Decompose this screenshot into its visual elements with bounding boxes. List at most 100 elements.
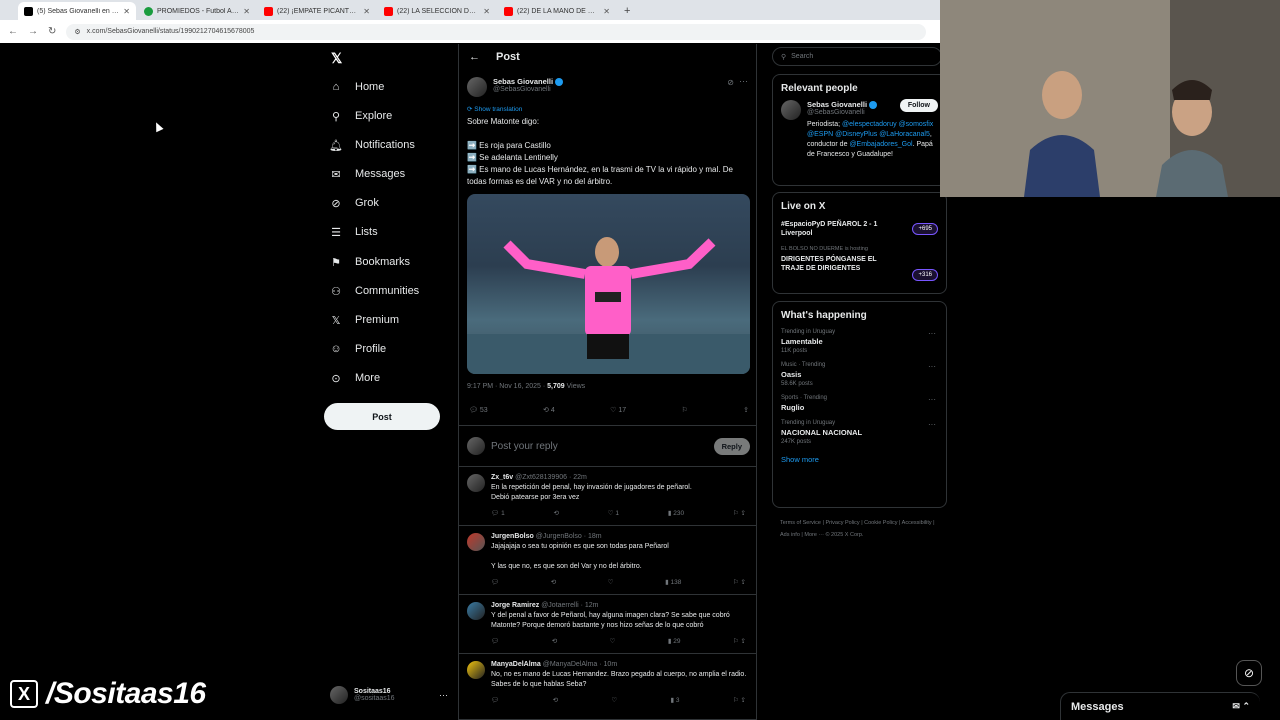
grok-icon[interactable]: ⊘ bbox=[727, 78, 734, 87]
heart-icon[interactable]: ♡ bbox=[611, 696, 617, 704]
listeners-pill[interactable]: +316 bbox=[912, 269, 938, 281]
repost-icon[interactable]: ⟲ bbox=[553, 696, 558, 704]
bookmark-icon[interactable]: ⚐ ⇪ bbox=[733, 637, 746, 645]
list-item[interactable]: Zx_t6v @Zxt628139906 · 22m En la repetic… bbox=[459, 468, 756, 526]
reply-input[interactable]: Post your reply bbox=[491, 441, 708, 452]
browser-tab[interactable]: (22) DE LA MANO DE HAALAN ✕ bbox=[498, 2, 616, 20]
site-info-icon[interactable]: ⚙ bbox=[74, 28, 80, 36]
url-field[interactable]: ⚙ x.com/SebasGiovanelli/status/1990212704… bbox=[66, 23, 927, 40]
account-switcher[interactable]: Sositaas16 @sositaas16 ··· bbox=[330, 686, 448, 704]
trend-item[interactable]: Music · Trending Oasis 58.6K posts ··· bbox=[781, 362, 938, 387]
nav-lists[interactable]: ☰ Lists bbox=[329, 223, 378, 241]
nav-notifications[interactable]: 🔔︎ Notifications bbox=[329, 136, 415, 154]
footer-links[interactable]: Terms of Service | Privacy Policy | Cook… bbox=[780, 517, 940, 541]
forward-icon[interactable]: → bbox=[28, 26, 38, 37]
show-translation-link[interactable]: ⟳ Show translation bbox=[467, 105, 522, 113]
bio-link[interactable]: @LaHoracanal5 bbox=[879, 131, 930, 138]
more-dots-icon[interactable]: ··· bbox=[739, 76, 748, 86]
post-author[interactable]: Sebas Giovanelli @SebasGiovanelli bbox=[467, 77, 564, 97]
nav-bookmarks[interactable]: ⚑ Bookmarks bbox=[329, 253, 410, 271]
new-tab-button[interactable]: + bbox=[618, 2, 636, 20]
reply-button[interactable]: Reply bbox=[713, 437, 750, 455]
bio-link[interactable]: @Embajadores_Gol bbox=[849, 141, 912, 148]
avatar[interactable] bbox=[467, 474, 485, 492]
author-name[interactable]: Sebas Giovanelli bbox=[493, 77, 553, 86]
expand-icon[interactable]: ⌃ bbox=[1242, 701, 1250, 711]
list-item[interactable]: ManyaDelAlma @ManyaDelAlma · 10m No, no … bbox=[459, 655, 756, 720]
grok-fab-icon[interactable]: ⊘ bbox=[1236, 660, 1262, 686]
bookmark-icon[interactable]: ⚐ ⇪ bbox=[733, 696, 746, 704]
close-tab-icon[interactable]: ✕ bbox=[243, 7, 250, 16]
live-space[interactable]: #EspacioPyD PEÑAROL 2 - 1 Liverpool bbox=[781, 220, 881, 238]
nav-premium[interactable]: 𝕏 Premium bbox=[329, 311, 399, 329]
nav-communities[interactable]: ⚇ Communities bbox=[329, 282, 419, 300]
post-button[interactable]: Post bbox=[324, 403, 440, 430]
views-icon[interactable]: ▮ 230 bbox=[668, 509, 684, 517]
repost-icon[interactable]: ⟲ bbox=[551, 578, 556, 586]
share-icon[interactable]: ⇪ bbox=[743, 406, 749, 414]
avatar[interactable] bbox=[781, 100, 801, 120]
nav-profile[interactable]: ☺ Profile bbox=[329, 340, 386, 358]
comment-author[interactable]: Jorge Ramirez bbox=[491, 602, 539, 609]
trend-item[interactable]: Trending in Uruguay NACIONAL NACIONAL 247K… bbox=[781, 420, 938, 445]
browser-tab[interactable]: PROMIEDOS - Futbol Argentino ✕ bbox=[138, 2, 256, 20]
browser-tab[interactable]: (22) LA SELECCIÓN DE CARLET ✕ bbox=[378, 2, 496, 20]
compose-message-icon[interactable]: ✉ bbox=[1232, 701, 1240, 711]
heart-icon[interactable]: ♡ bbox=[610, 637, 616, 645]
post-image[interactable] bbox=[467, 194, 750, 374]
comment-author[interactable]: Zx_t6v bbox=[491, 474, 513, 481]
bookmark-icon[interactable]: ⚐ bbox=[681, 406, 687, 414]
close-tab-icon[interactable]: ✕ bbox=[123, 7, 130, 16]
reload-icon[interactable]: ↻ bbox=[48, 26, 56, 37]
repost-icon[interactable]: ⟲ bbox=[554, 509, 559, 517]
follow-button[interactable]: Follow bbox=[899, 99, 938, 112]
back-arrow-icon[interactable]: ← bbox=[469, 51, 480, 63]
nav-more[interactable]: ⊙ More bbox=[329, 369, 380, 387]
search-input[interactable]: ⚲ Search bbox=[772, 47, 942, 66]
repost-action[interactable]: ⟲ 4 bbox=[543, 406, 555, 414]
avatar[interactable] bbox=[467, 77, 487, 97]
comment-icon[interactable]: 💬︎ bbox=[491, 637, 499, 645]
close-tab-icon[interactable]: ✕ bbox=[603, 7, 610, 16]
reply-action[interactable]: 💬︎ 53 bbox=[469, 406, 488, 414]
avatar[interactable] bbox=[467, 661, 485, 679]
more-dots-icon[interactable]: ··· bbox=[928, 362, 936, 371]
more-dots-icon[interactable]: ··· bbox=[928, 395, 936, 404]
nav-home[interactable]: ⌂ Home bbox=[329, 78, 385, 96]
views-icon[interactable]: ▮ 29 bbox=[668, 637, 681, 645]
more-dots-icon[interactable]: ··· bbox=[439, 690, 448, 700]
avatar[interactable] bbox=[467, 602, 485, 620]
repost-icon[interactable]: ⟲ bbox=[552, 637, 557, 645]
close-tab-icon[interactable]: ✕ bbox=[483, 7, 490, 16]
comment-author[interactable]: ManyaDelAlma bbox=[491, 661, 541, 668]
bookmark-icon[interactable]: ⚐ ⇪ bbox=[733, 509, 746, 517]
heart-icon[interactable]: ♡ 1 bbox=[608, 509, 619, 517]
views-icon[interactable]: ▮ 3 bbox=[671, 696, 680, 704]
nav-messages[interactable]: ✉ Messages bbox=[329, 165, 405, 183]
comment-icon[interactable]: 💬︎ bbox=[491, 578, 499, 586]
list-item[interactable]: Jorge Ramirez @Jotaerrelli · 12m Y del p… bbox=[459, 596, 756, 654]
messages-drawer[interactable]: Messages ✉ ⌃ bbox=[1060, 692, 1260, 720]
x-logo-icon[interactable]: 𝕏 bbox=[331, 50, 342, 67]
browser-tab[interactable]: (5) Sebas Giovanelli en X: "Sob ✕ bbox=[18, 2, 136, 20]
trend-item[interactable]: Sports · Trending Ruglio ··· bbox=[781, 395, 938, 412]
post-time[interactable]: 9:17 PM · Nov 16, 2025 · bbox=[467, 383, 547, 390]
comment-author[interactable]: JurgenBolso bbox=[491, 533, 534, 540]
author-handle[interactable]: @SebasGiovanelli bbox=[493, 86, 563, 93]
bookmark-icon[interactable]: ⚐ ⇪ bbox=[733, 578, 746, 586]
bio-link[interactable]: @elespectadoruy bbox=[842, 121, 897, 128]
views-icon[interactable]: ▮ 138 bbox=[665, 578, 681, 586]
heart-icon[interactable]: ♡ bbox=[608, 578, 614, 586]
avatar[interactable] bbox=[467, 533, 485, 551]
back-icon[interactable]: ← bbox=[8, 26, 18, 37]
trend-item[interactable]: Trending in Uruguay Lamentable 11K posts ··… bbox=[781, 329, 938, 354]
nav-explore[interactable]: ⚲ Explore bbox=[329, 107, 392, 125]
more-dots-icon[interactable]: ··· bbox=[928, 420, 936, 429]
live-space[interactable]: DIRIGENTES PÓNGANSE EL TRAJE DE DIRIGENT… bbox=[781, 255, 881, 273]
like-action[interactable]: ♡ 17 bbox=[610, 406, 626, 414]
list-item[interactable]: JurgenBolso @JurgenBolso · 18m Jajajajaj… bbox=[459, 527, 756, 595]
close-tab-icon[interactable]: ✕ bbox=[363, 7, 370, 16]
comment-icon[interactable]: 💬︎ 1 bbox=[491, 509, 505, 517]
more-dots-icon[interactable]: ··· bbox=[928, 329, 936, 338]
comment-icon[interactable]: 💬︎ bbox=[491, 696, 499, 704]
